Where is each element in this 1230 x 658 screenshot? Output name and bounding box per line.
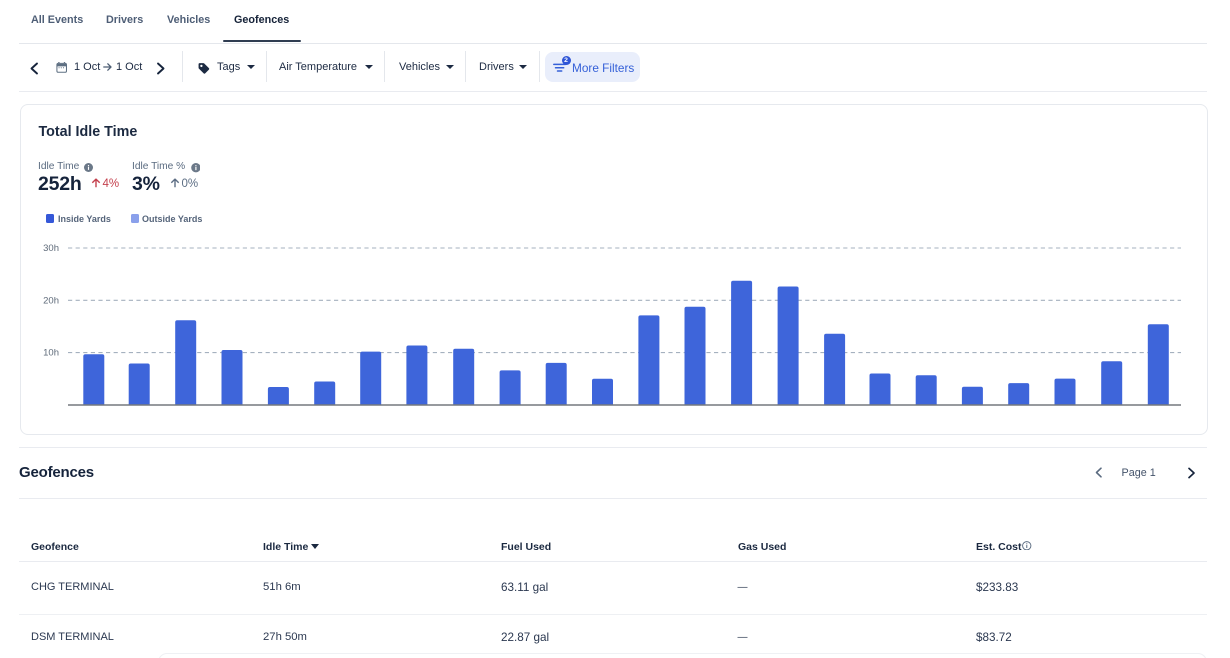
svg-text:20h: 20h — [43, 295, 59, 306]
svg-text:10h: 10h — [43, 348, 59, 359]
svg-text:30h: 30h — [43, 243, 59, 254]
